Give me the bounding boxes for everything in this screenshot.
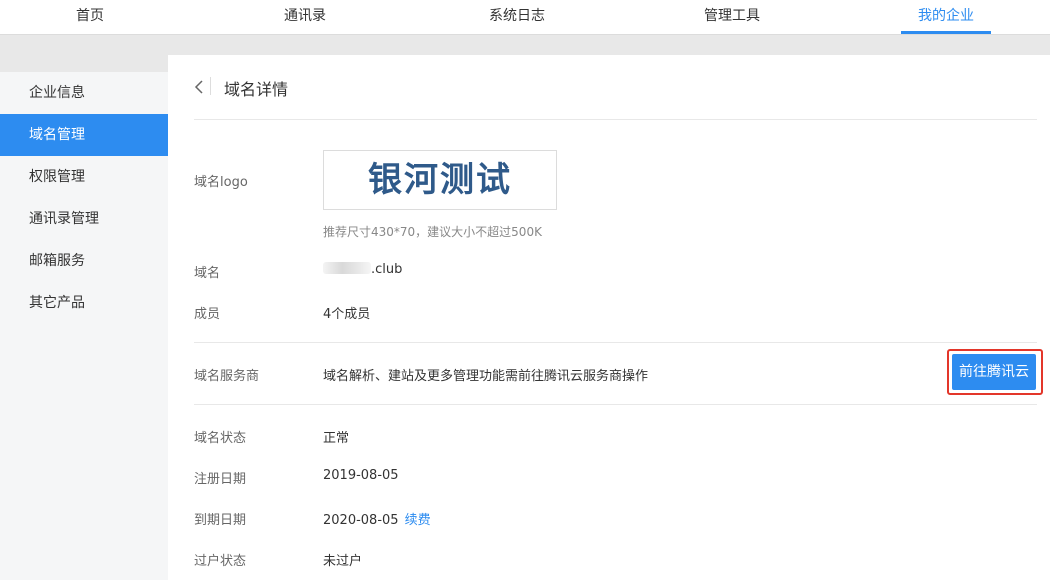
- title-separator: [210, 77, 211, 95]
- top-nav: 首页 通讯录 系统日志 管理工具 我的企业: [0, 0, 1050, 35]
- transfer-status-value: 未过户: [323, 554, 363, 569]
- register-date-label: 注册日期: [194, 472, 247, 487]
- sidebar-item-company-info[interactable]: 企业信息: [0, 72, 168, 114]
- expire-date-label: 到期日期: [194, 513, 247, 528]
- status-value: 正常: [323, 431, 350, 446]
- expire-date-row: 2020-08-05 续费: [323, 509, 431, 528]
- nav-system-log[interactable]: 系统日志: [474, 0, 560, 34]
- domain-value: .club: [323, 262, 402, 277]
- expire-date-value: 2020-08-05: [323, 513, 399, 528]
- provider-value: 域名解析、建站及更多管理功能需前往腾讯云服务商操作: [323, 369, 649, 384]
- provider-label: 域名服务商: [194, 369, 260, 384]
- nav-my-company[interactable]: 我的企业: [901, 0, 991, 34]
- section-divider-2: [194, 404, 1037, 405]
- domain-label: 域名: [194, 266, 221, 281]
- sidebar-item-permission-management[interactable]: 权限管理: [0, 156, 168, 198]
- members-label: 成员: [194, 307, 221, 322]
- register-date-value: 2019-08-05: [323, 468, 399, 483]
- logo-hint: 推荐尺寸430*70，建议大小不超过500K: [323, 225, 542, 239]
- title-divider: [194, 119, 1037, 120]
- domain-detail-panel: 域名详情 域名logo 银河测试 推荐尺寸430*70，建议大小不超过500K …: [168, 55, 1050, 580]
- logo-label: 域名logo: [194, 175, 248, 190]
- redacted-domain-prefix: [323, 262, 371, 274]
- sidebar: 企业信息 域名管理 权限管理 通讯录管理 邮箱服务 其它产品: [0, 72, 168, 580]
- nav-home[interactable]: 首页: [50, 0, 130, 34]
- sidebar-item-other-products[interactable]: 其它产品: [0, 282, 168, 324]
- goto-tencent-cloud-button[interactable]: 前往腾讯云: [952, 354, 1036, 390]
- domain-logo: 银河测试: [323, 150, 557, 210]
- sidebar-item-domain-management[interactable]: 域名管理: [0, 114, 168, 156]
- nav-contacts[interactable]: 通讯录: [263, 0, 347, 34]
- sidebar-item-mail-service[interactable]: 邮箱服务: [0, 240, 168, 282]
- domain-suffix: .club: [371, 262, 403, 277]
- nav-admin-tools[interactable]: 管理工具: [688, 0, 776, 34]
- status-label: 域名状态: [194, 431, 247, 446]
- sidebar-item-contacts-management[interactable]: 通讯录管理: [0, 198, 168, 240]
- members-value: 4个成员: [323, 307, 371, 322]
- transfer-status-label: 过户状态: [194, 554, 247, 569]
- section-divider-1: [194, 342, 1037, 343]
- page-title: 域名详情: [224, 80, 289, 99]
- chevron-left-icon[interactable]: [194, 79, 208, 95]
- renew-link[interactable]: 续费: [405, 513, 431, 528]
